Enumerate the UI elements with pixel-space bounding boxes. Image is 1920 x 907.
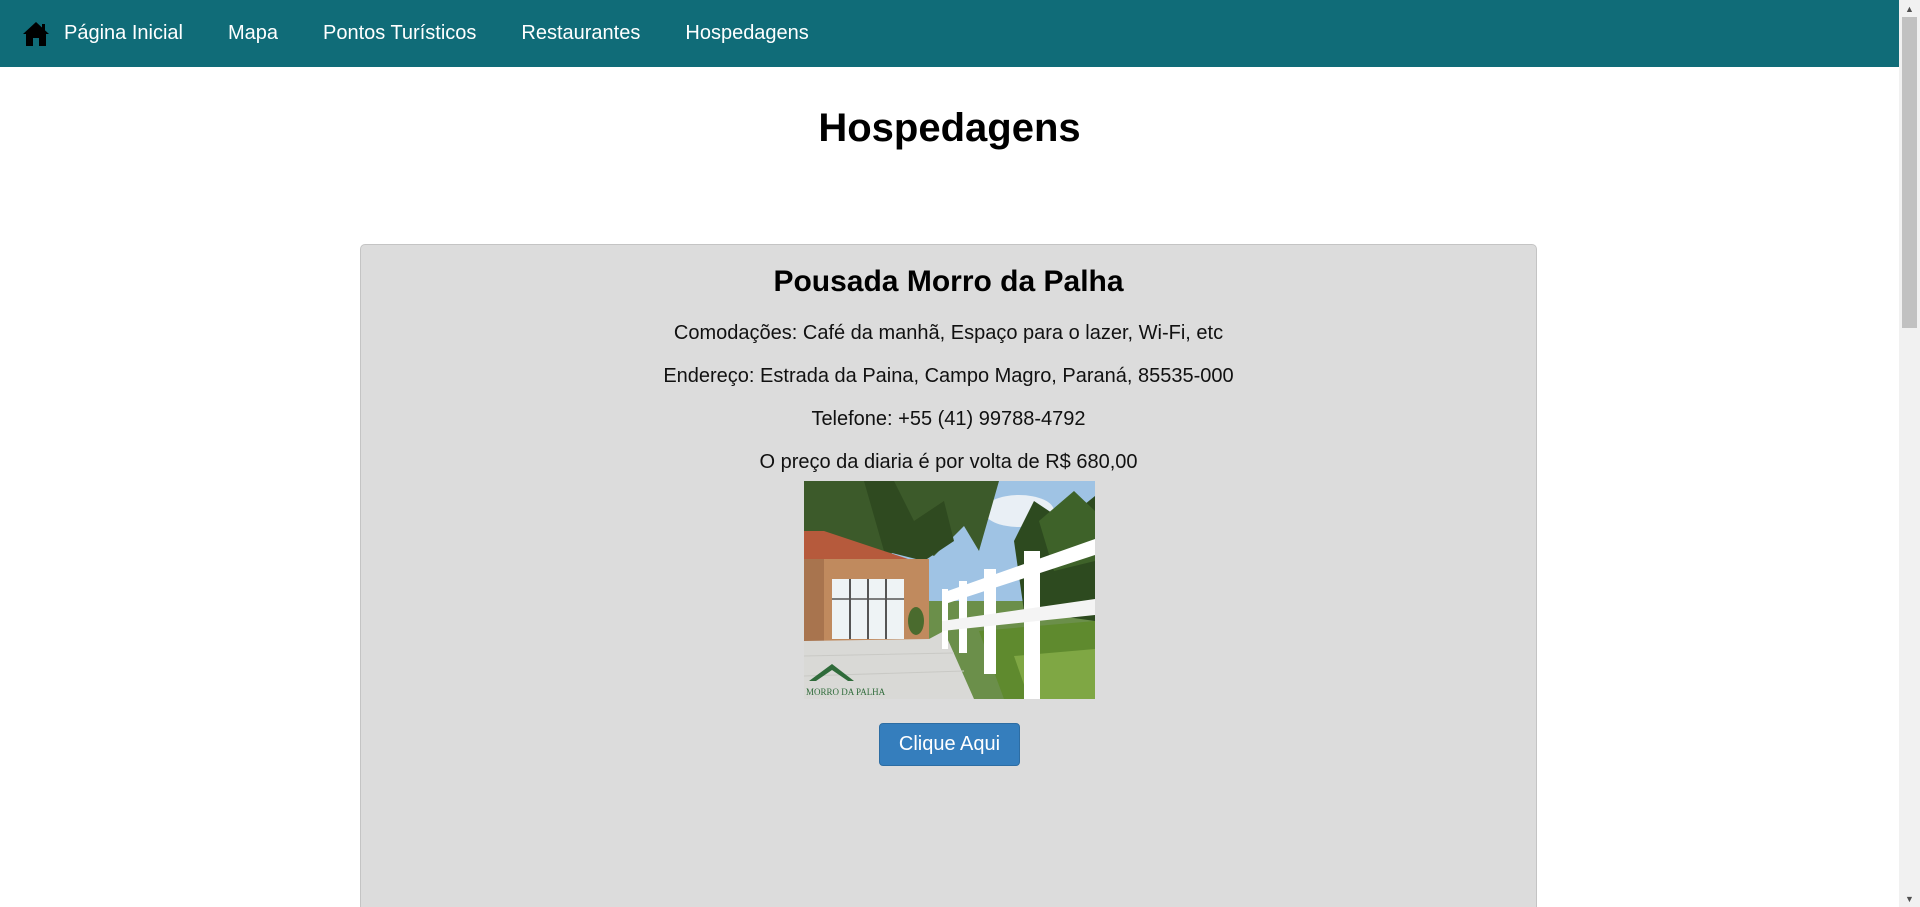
nav-home-link[interactable]: Página Inicial — [22, 0, 183, 67]
page-viewport: Página Inicial Mapa Pontos Turísticos Re… — [0, 0, 1899, 907]
nav-item-hospedagens[interactable]: Hospedagens — [685, 0, 808, 67]
nav-home-label: Página Inicial — [64, 22, 183, 44]
listing-photo: MORRO DA PALHA — [804, 481, 1095, 699]
clique-aqui-button[interactable]: Clique Aqui — [879, 723, 1020, 766]
scroll-down-arrow-icon[interactable]: ▼ — [1899, 890, 1920, 907]
listing-price: O preço da diaria é por volta de R$ 680,… — [759, 451, 1138, 473]
listing-amenities: Comodações: Café da manhã, Espaço para o… — [673, 322, 1224, 344]
vertical-scrollbar[interactable]: ▲ ▼ — [1899, 0, 1920, 907]
nav-item-pontos-turisticos[interactable]: Pontos Turísticos — [323, 0, 476, 67]
nav-item-restaurantes[interactable]: Restaurantes — [521, 0, 640, 67]
scrollbar-thumb[interactable] — [1902, 17, 1917, 328]
listing-address: Endereço: Estrada da Paina, Campo Magro,… — [663, 365, 1234, 387]
listing-card: Pousada Morro da Palha Comodações: Café … — [360, 244, 1537, 907]
listing-name: Pousada Morro da Palha — [773, 265, 1124, 298]
photo-logo-text: MORRO DA PALHA — [806, 687, 886, 697]
listing-phone: Telefone: +55 (41) 99788-4792 — [811, 408, 1086, 430]
page-title: Hospedagens — [818, 106, 1081, 150]
scroll-up-arrow-icon[interactable]: ▲ — [1899, 0, 1920, 17]
top-navbar: Página Inicial Mapa Pontos Turísticos Re… — [0, 0, 1899, 67]
home-icon — [23, 21, 49, 46]
nav-item-mapa[interactable]: Mapa — [228, 0, 278, 67]
listing-photo-illustration: MORRO DA PALHA — [804, 481, 1095, 699]
